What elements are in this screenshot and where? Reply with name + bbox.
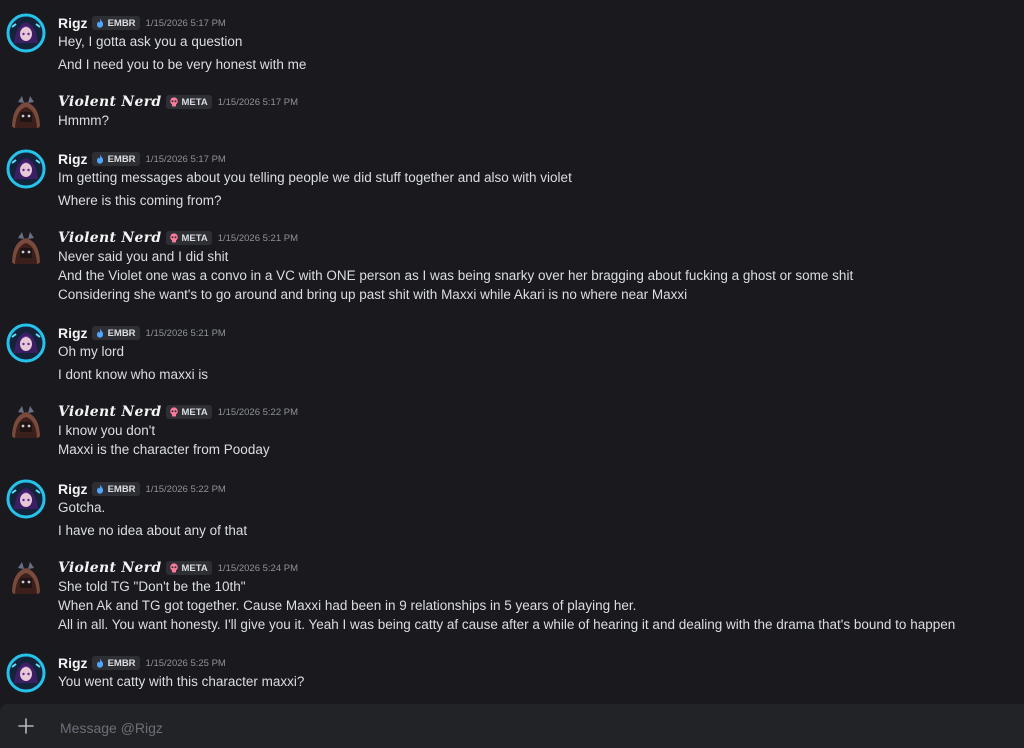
message-group: Violent Nerd META 1/15/2026 5:21 PM Never s… (0, 228, 1024, 312)
message-text: Hey, I gotta ask you a question (58, 34, 243, 49)
username[interactable]: Rigz (58, 325, 88, 341)
message-text: And the Violet one was a convo in a VC w… (58, 268, 854, 283)
message-text: Im getting messages about you telling pe… (58, 170, 572, 185)
avatar[interactable] (6, 92, 46, 132)
skull-icon (169, 407, 179, 417)
message-composer (0, 704, 1024, 748)
message-input[interactable] (58, 716, 1002, 740)
timestamp: 1/15/2026 5:22 PM (145, 483, 226, 495)
message-list: Rigz EMBR 1/15/2026 5:17 PM Hey, I gotta as… (0, 0, 1024, 700)
timestamp: 1/15/2026 5:17 PM (145, 17, 226, 29)
username[interactable]: Rigz (58, 15, 88, 31)
plus-icon[interactable] (16, 716, 36, 736)
server-tag-label: EMBR (107, 17, 136, 29)
message-group: Violent Nerd META 1/15/2026 5:24 PM She tol… (0, 558, 1024, 642)
timestamp: 1/15/2026 5:25 PM (145, 657, 226, 669)
server-tag-label: META (181, 96, 208, 108)
message-text: I know you don't (58, 423, 156, 438)
message-header: Violent Nerd META 1/15/2026 5:17 PM (58, 92, 298, 112)
message-header: Violent Nerd META 1/15/2026 5:24 PM (58, 558, 298, 578)
timestamp: 1/15/2026 5:24 PM (217, 562, 299, 574)
message-header: Rigz EMBR 1/15/2026 5:17 PM (58, 149, 226, 169)
message-header: Violent Nerd META 1/15/2026 5:21 PM (58, 228, 298, 248)
message-group: Violent Nerd META 1/15/2026 5:22 PM I know … (0, 402, 1024, 466)
username[interactable]: Rigz (58, 655, 88, 671)
message-group: Rigz EMBR 1/15/2026 5:21 PM Oh my lord I don… (0, 323, 1024, 387)
message-text: Where is this coming from? (58, 193, 222, 208)
avatar[interactable] (6, 558, 46, 598)
username[interactable]: Rigz (58, 151, 88, 167)
server-tag-badge[interactable]: EMBR (91, 16, 140, 30)
message-text: Oh my lord (58, 344, 125, 359)
timestamp: 1/15/2026 5:22 PM (217, 406, 299, 418)
server-tag-label: META (181, 406, 208, 418)
server-tag-badge[interactable]: META (165, 561, 212, 575)
server-tag-badge[interactable]: EMBR (91, 482, 140, 496)
flame-icon (95, 328, 105, 338)
avatar[interactable] (6, 323, 46, 363)
server-tag-label: EMBR (107, 657, 136, 669)
message-header: Rigz EMBR 1/15/2026 5:25 PM (58, 653, 226, 673)
flame-icon (95, 18, 105, 28)
skull-icon (169, 563, 179, 573)
username[interactable]: Violent Nerd (58, 404, 162, 420)
avatar[interactable] (6, 653, 46, 693)
message-text: Considering she want's to go around and … (58, 287, 688, 302)
avatar[interactable] (6, 228, 46, 268)
message-group: Rigz EMBR 1/15/2026 5:17 PM Im getting mess… (0, 149, 1024, 213)
username[interactable]: Violent Nerd (58, 230, 162, 246)
skull-icon (169, 97, 179, 107)
server-tag-badge[interactable]: META (165, 231, 212, 245)
skull-icon (169, 233, 179, 243)
timestamp: 1/15/2026 5:21 PM (145, 327, 226, 339)
message-text: And I need you to be very honest with me (58, 57, 307, 72)
server-tag-label: META (181, 562, 208, 574)
server-tag-badge[interactable]: META (165, 95, 212, 109)
username[interactable]: Violent Nerd (58, 560, 162, 576)
server-tag-badge[interactable]: EMBR (91, 656, 140, 670)
timestamp: 1/15/2026 5:17 PM (145, 153, 226, 165)
message-text: I dont know who maxxi is (58, 367, 209, 382)
avatar[interactable] (6, 402, 46, 442)
message-group: Violent Nerd META 1/15/2026 5:17 PM Hmmm? (0, 92, 1024, 136)
username[interactable]: Violent Nerd (58, 94, 162, 110)
message-text: I have no idea about any of that (58, 523, 248, 538)
message-header: Violent Nerd META 1/15/2026 5:22 PM (58, 402, 298, 422)
message-text: When Ak and TG got together. Cause Maxxi… (58, 598, 637, 613)
timestamp: 1/15/2026 5:21 PM (217, 232, 299, 244)
message-text: She told TG "Don't be the 10th" (58, 579, 246, 594)
server-tag-label: EMBR (107, 483, 136, 495)
server-tag-label: EMBR (107, 327, 136, 339)
avatar[interactable] (6, 149, 46, 189)
message-header: Rigz EMBR 1/15/2026 5:21 PM (58, 323, 226, 343)
message-group: Rigz EMBR 1/15/2026 5:17 PM Hey, I gotta as… (0, 13, 1024, 77)
message-header: Rigz EMBR 1/15/2026 5:17 PM (58, 13, 226, 33)
message-text: Gotcha. (58, 500, 106, 515)
server-tag-label: META (181, 232, 208, 244)
message-group: Rigz EMBR 1/15/2026 5:25 PM You went catty … (0, 653, 1024, 697)
message-text: Maxxi is the character from Pooday (58, 442, 270, 457)
server-tag-label: EMBR (107, 153, 136, 165)
message-text: You went catty with this character maxxi… (58, 674, 305, 689)
timestamp: 1/15/2026 5:17 PM (217, 96, 299, 108)
server-tag-badge[interactable]: EMBR (91, 326, 140, 340)
avatar[interactable] (6, 479, 46, 519)
server-tag-badge[interactable]: META (165, 405, 212, 419)
message-text: Never said you and I did shit (58, 249, 229, 264)
message-group: Rigz EMBR 1/15/2026 5:22 PM Gotcha. I have n… (0, 479, 1024, 543)
message-text: Hmmm? (58, 113, 109, 128)
flame-icon (95, 658, 105, 668)
server-tag-badge[interactable]: EMBR (91, 152, 140, 166)
username[interactable]: Rigz (58, 481, 88, 497)
message-text: All in all. You want honesty. I'll give … (58, 617, 956, 632)
avatar[interactable] (6, 13, 46, 53)
flame-icon (95, 154, 105, 164)
message-header: Rigz EMBR 1/15/2026 5:22 PM (58, 479, 226, 499)
flame-icon (95, 484, 105, 494)
